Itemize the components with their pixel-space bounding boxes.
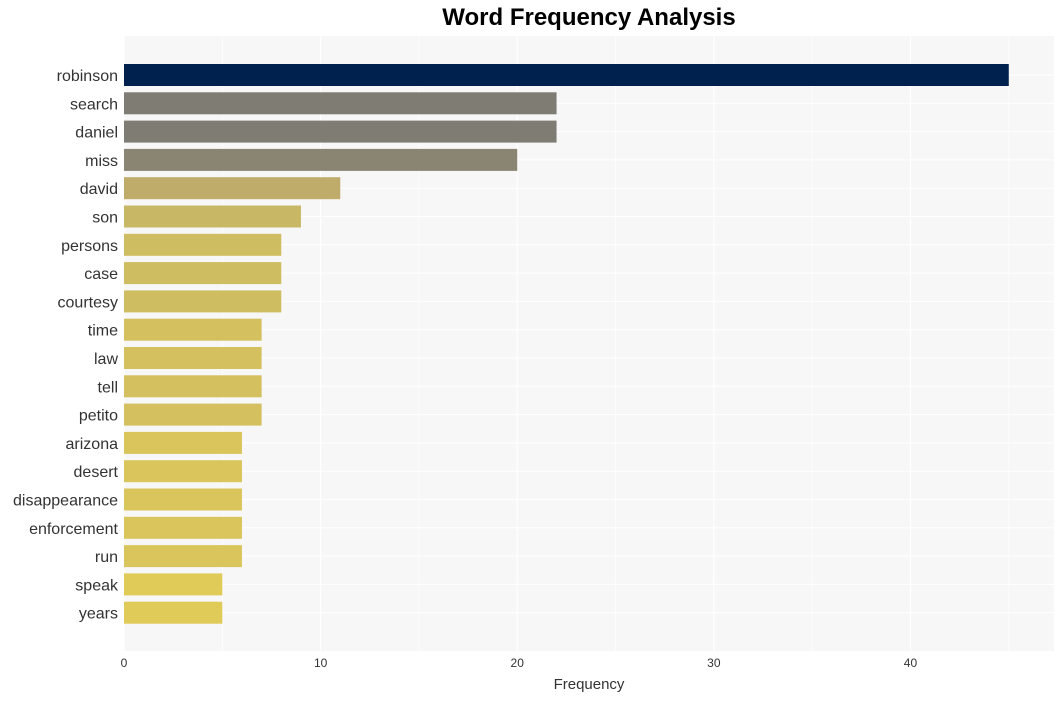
y-tick-label: tell (98, 379, 118, 396)
bar-law (124, 347, 262, 369)
bar-time (124, 318, 262, 341)
bar-david (124, 177, 341, 200)
bar-robinson (124, 64, 1009, 86)
bar-son (124, 205, 301, 228)
y-tick-label: disappearance (13, 493, 118, 510)
y-tick-label: time (88, 323, 118, 340)
y-tick-label: arizona (66, 436, 119, 453)
x-axis-label: Frequency (554, 676, 625, 693)
bar-case (124, 262, 282, 285)
x-tick-label: 40 (904, 656, 918, 670)
x-tick-label: 10 (314, 656, 328, 670)
bar-miss (124, 148, 518, 171)
bar-arizona (124, 431, 242, 454)
x-tick-label: 20 (511, 656, 525, 670)
bar-disappearance (124, 488, 242, 511)
y-tick-label: speak (75, 577, 119, 594)
y-tick-label: miss (85, 153, 118, 170)
bar-persons (124, 233, 282, 256)
y-tick-label: courtesy (58, 294, 118, 311)
bar-daniel (124, 120, 557, 143)
y-tick-label: david (80, 181, 118, 198)
bar-enforcement (124, 516, 242, 539)
x-axis-ticks: 0 10 20 30 40 (121, 656, 918, 670)
x-tick-label: 30 (707, 656, 721, 670)
y-tick-label: law (94, 351, 118, 368)
y-tick-label: search (70, 96, 118, 113)
bar-tell (124, 375, 262, 398)
bar-search (124, 92, 557, 115)
bar-chart: robinson search daniel miss david son persons c… (13, 36, 1054, 693)
y-tick-label: son (92, 210, 118, 227)
y-tick-label: case (84, 266, 118, 283)
y-tick-label: years (79, 606, 118, 623)
x-tick-label: 0 (121, 656, 128, 670)
bar-years (124, 601, 223, 624)
y-tick-label: run (95, 549, 118, 566)
y-tick-label: desert (74, 464, 119, 481)
y-tick-label: enforcement (29, 521, 118, 538)
y-tick-label: petito (79, 408, 118, 425)
bar-courtesy (124, 290, 282, 313)
y-axis-labels: robinson search daniel miss david son persons c… (13, 68, 119, 623)
y-tick-label: robinson (57, 68, 118, 85)
y-tick-label: daniel (75, 125, 118, 142)
bar-petito (124, 403, 262, 426)
bar-speak (124, 573, 223, 596)
bar-desert (124, 460, 242, 483)
bar-run (124, 545, 242, 568)
y-tick-label: persons (61, 238, 118, 255)
